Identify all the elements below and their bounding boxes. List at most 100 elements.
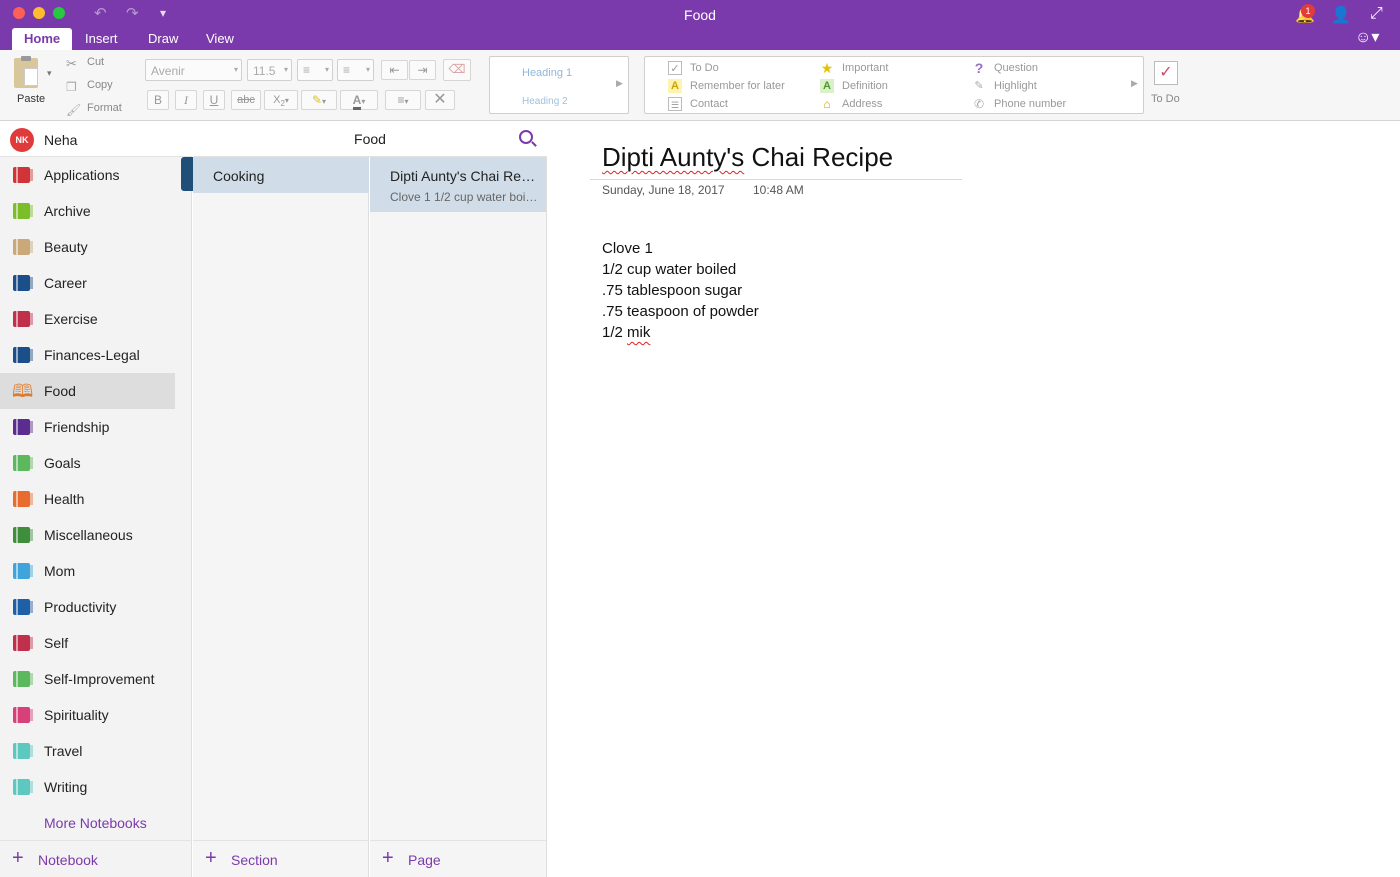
tags-gallery[interactable]: ✓ To Do A Remember for later ☰ Contact ★ Imp… (644, 56, 1144, 114)
sidebar-item-travel[interactable]: Travel (0, 733, 175, 769)
indent-icon: ⇥ (417, 63, 428, 77)
underline-button[interactable]: U (203, 90, 225, 110)
notebook-icon (13, 779, 33, 795)
sidebar-item-goals[interactable]: Goals (0, 445, 175, 481)
tag-remember-for-later[interactable]: A Remember for later (668, 79, 785, 93)
tag-to-do[interactable]: ✓ To Do (668, 61, 719, 75)
expand-tags-icon[interactable]: ▶ (1131, 78, 1138, 89)
italic-button[interactable]: I (175, 90, 197, 110)
clear-formatting-button[interactable]: ⌫ (443, 59, 471, 81)
misspelled-word: mik (627, 324, 651, 341)
page-title[interactable]: Dipti Aunty's Chai Recipe (602, 142, 893, 173)
sidebar-item-health[interactable]: Health (0, 481, 175, 517)
sidebar-item-exercise[interactable]: Exercise (0, 301, 175, 337)
paragraph-alignment-button[interactable]: ≡▾ (385, 90, 421, 110)
notebook-icon (13, 635, 33, 651)
delete-button[interactable]: ✕ (425, 90, 455, 110)
sidebar-item-label: Health (44, 491, 85, 507)
increase-indent-button[interactable]: ⇥ (409, 60, 436, 80)
add-page-label: Page (408, 852, 441, 868)
section-tab-cooking[interactable]: Cooking (181, 157, 369, 193)
copy-button[interactable]: ❐ Copy (66, 78, 113, 96)
add-section-button[interactable]: + Section (193, 840, 369, 877)
font-name-select[interactable]: Avenir ▾ (145, 59, 242, 81)
tag-question[interactable]: ? Question (972, 61, 1038, 75)
tag-important[interactable]: ★ Important (820, 61, 889, 75)
highlighter-icon: ✎ (311, 93, 323, 107)
x-icon: ✕ (433, 91, 447, 108)
chevron-down-icon: ▾ (365, 65, 370, 74)
style-heading-1[interactable]: Heading 1 (522, 67, 572, 79)
smiley-feedback-icon[interactable]: ☺▾ (1355, 27, 1379, 47)
scissors-icon: ✂ (66, 56, 77, 71)
paste-button[interactable]: ▾ Paste (10, 55, 54, 110)
note-canvas[interactable]: Dipti Aunty's Chai Recipe Sunday, June 1… (548, 121, 1400, 877)
chevron-down-icon: ▾ (404, 97, 409, 106)
sidebar-item-mom[interactable]: Mom (0, 553, 175, 589)
add-notebook-button[interactable]: + Notebook (0, 840, 192, 877)
font-color-button[interactable]: A▾ (340, 90, 378, 110)
more-notebooks-link[interactable]: More Notebooks (44, 815, 147, 831)
tag-definition[interactable]: A Definition (820, 79, 888, 93)
notebook-icon (13, 455, 33, 471)
align-icon: ≡ (397, 93, 405, 107)
note-body[interactable]: Clove 1 1/2 cup water boiled .75 tablesp… (602, 238, 759, 343)
tag-phone-label: Phone number (994, 97, 1067, 110)
cut-button[interactable]: ✂ Cut (66, 55, 104, 73)
sidebar-item-spirituality[interactable]: Spirituality (0, 697, 175, 733)
numbering-button[interactable]: ≡ ▾ (337, 59, 374, 81)
bold-button[interactable]: B (147, 90, 169, 110)
sidebar-item-friendship[interactable]: Friendship (0, 409, 175, 445)
sidebar-item-label: Self-Improvement (44, 671, 155, 687)
decrease-indent-button[interactable]: ⇤ (381, 60, 408, 80)
sidebar-item-beauty[interactable]: Beauty (0, 229, 175, 265)
share-user-icon[interactable]: 👤 (1331, 5, 1351, 25)
sidebar-item-finances-legal[interactable]: Finances-Legal (0, 337, 175, 373)
page-item-snippet: Clove 1 1/2 cup water boiled (390, 190, 540, 204)
sidebar-item-self[interactable]: Self (0, 625, 175, 661)
fullscreen-icon[interactable]: ⤢ (1370, 5, 1383, 23)
notebook-icon (13, 275, 33, 291)
sidebar-item-productivity[interactable]: Productivity (0, 589, 175, 625)
tag-phone-number[interactable]: ✆ Phone number (972, 97, 1066, 111)
bullets-button[interactable]: ≡ ▾ (297, 59, 333, 81)
sidebar-item-label: Beauty (44, 239, 88, 255)
notebook-icon (13, 599, 33, 615)
tag-address[interactable]: ⌂ Address (820, 97, 882, 111)
style-heading-2[interactable]: Heading 2 (522, 96, 568, 107)
tab-insert[interactable]: Insert (73, 28, 130, 50)
tab-view[interactable]: View (194, 28, 246, 50)
phone-icon: ✆ (973, 97, 985, 111)
format-painter-button[interactable]: 🖌 Format (66, 101, 122, 119)
page-time: 10:48 AM (753, 183, 804, 197)
sidebar-item-applications[interactable]: Applications (0, 157, 175, 193)
page-item[interactable]: Dipti Aunty's Chai Recipe Clove 1 1/2 cu… (370, 157, 546, 212)
sidebar-item-miscellaneous[interactable]: Miscellaneous (0, 517, 175, 553)
font-size-select[interactable]: 11.5 ▾ (247, 59, 292, 81)
styles-gallery[interactable]: Heading 1 Heading 2 ▶ (489, 56, 629, 114)
title-bar: ↶ ↷ ▾ Food 🔔 1 👤 ⤢ ☺▾ Home Insert Draw V… (0, 0, 1400, 50)
strikethrough-button[interactable]: abc (231, 90, 261, 110)
account-row[interactable]: NK Neha (0, 121, 192, 157)
subscript-button[interactable]: X2▾ (264, 90, 298, 110)
tag-contact[interactable]: ☰ Contact (668, 97, 728, 111)
page-title-rest: Chai Recipe (744, 142, 894, 172)
sidebar-item-food[interactable]: 🕮 Food (0, 373, 175, 409)
clipboard-icon (14, 56, 38, 88)
sidebar-item-archive[interactable]: Archive (0, 193, 175, 229)
sidebar-item-career[interactable]: Career (0, 265, 175, 301)
sidebar-item-self-improvement[interactable]: Self-Improvement (0, 661, 175, 697)
highlight-color-button[interactable]: ✎▾ (301, 90, 337, 110)
paste-dropdown-icon[interactable]: ▾ (47, 68, 52, 79)
house-icon: ⌂ (823, 97, 831, 111)
tab-home[interactable]: Home (12, 28, 73, 50)
tab-draw[interactable]: Draw (136, 28, 190, 50)
todo-tag-button[interactable]: ✓ To Do (1150, 58, 1184, 114)
tag-highlight[interactable]: ✎ Highlight (972, 79, 1036, 93)
copy-label: Copy (87, 79, 113, 91)
search-icon[interactable] (519, 130, 533, 144)
sidebar-item-writing[interactable]: Writing (0, 769, 175, 805)
add-page-button[interactable]: + Page (370, 840, 546, 877)
expand-styles-icon[interactable]: ▶ (616, 78, 623, 89)
sidebar-item-label: Applications (44, 167, 120, 183)
